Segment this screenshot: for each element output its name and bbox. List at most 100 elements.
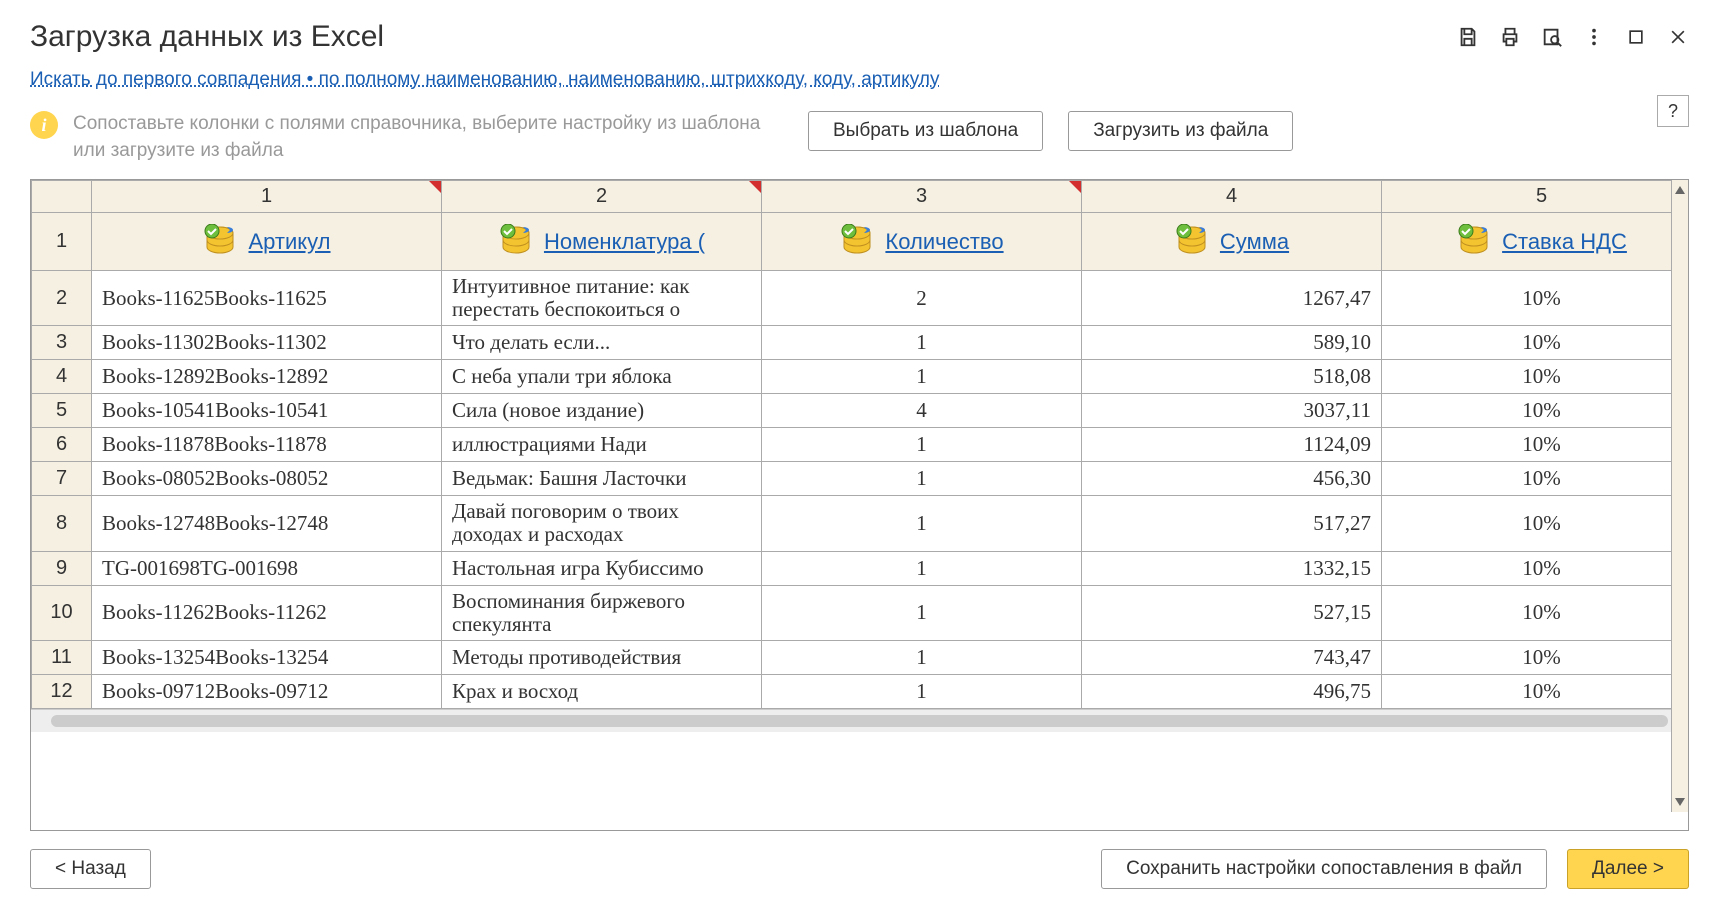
table-row[interactable]: 6Books-11878Books-11878иллюстрациями Над… — [32, 428, 1690, 462]
cell-vat[interactable]: 10% — [1382, 496, 1690, 551]
cell-name[interactable]: Ведьмак: Башня Ласточки — [442, 462, 762, 496]
col-num-5[interactable]: 5 — [1382, 181, 1690, 213]
cell-article[interactable]: Books-11625Books-11625 — [92, 271, 442, 326]
cell-article[interactable]: Books-11302Books-11302 — [92, 326, 442, 360]
cell-sum[interactable]: 1332,15 — [1082, 551, 1382, 585]
table-row[interactable]: 8Books-12748Books-12748Давай поговорим о… — [32, 496, 1690, 551]
table-row[interactable]: 3Books-11302Books-11302Что делать если..… — [32, 326, 1690, 360]
back-button[interactable]: < Назад — [30, 849, 151, 889]
cell-article[interactable]: Books-12748Books-12748 — [92, 496, 442, 551]
cell-sum[interactable]: 518,08 — [1082, 360, 1382, 394]
cell-vat[interactable]: 10% — [1382, 674, 1690, 708]
row-num: 2 — [32, 271, 92, 326]
cell-qty[interactable]: 4 — [762, 394, 1082, 428]
cell-article[interactable]: Books-12892Books-12892 — [92, 360, 442, 394]
table-row[interactable]: 10Books-11262Books-11262Воспоминания бир… — [32, 585, 1690, 640]
cell-sum[interactable]: 589,10 — [1082, 326, 1382, 360]
cell-article[interactable]: TG-001698TG-001698 — [92, 551, 442, 585]
horizontal-scrollbar[interactable] — [31, 709, 1688, 732]
data-grid[interactable]: 1 2 3 4 5 1 Артикул Номенклатура ( Колич… — [30, 179, 1689, 831]
cell-name[interactable]: Настольная игра Кубиссимо — [442, 551, 762, 585]
field-header-article[interactable]: Артикул — [92, 213, 442, 271]
field-header-sum[interactable]: Сумма — [1082, 213, 1382, 271]
col-num-1[interactable]: 1 — [92, 181, 442, 213]
cell-qty[interactable]: 1 — [762, 496, 1082, 551]
cell-sum[interactable]: 496,75 — [1082, 674, 1382, 708]
col-num-4[interactable]: 4 — [1082, 181, 1382, 213]
cell-name[interactable]: Сила (новое издание) — [442, 394, 762, 428]
cell-vat[interactable]: 10% — [1382, 271, 1690, 326]
cell-qty[interactable]: 2 — [762, 271, 1082, 326]
cell-sum[interactable]: 456,30 — [1082, 462, 1382, 496]
cell-article[interactable]: Books-11262Books-11262 — [92, 585, 442, 640]
cell-qty[interactable]: 1 — [762, 585, 1082, 640]
load-file-button[interactable]: Загрузить из файла — [1068, 111, 1293, 151]
field-header-nomenclature[interactable]: Номенклатура ( — [442, 213, 762, 271]
cell-vat[interactable]: 10% — [1382, 360, 1690, 394]
next-button[interactable]: Далее > — [1567, 849, 1689, 889]
cell-qty[interactable]: 1 — [762, 326, 1082, 360]
save-doc-icon[interactable] — [1457, 26, 1479, 48]
cell-vat[interactable]: 10% — [1382, 551, 1690, 585]
save-mapping-button[interactable]: Сохранить настройки сопоставления в файл — [1101, 849, 1547, 889]
cell-vat[interactable]: 10% — [1382, 428, 1690, 462]
cell-sum[interactable]: 743,47 — [1082, 640, 1382, 674]
print-icon[interactable] — [1499, 26, 1521, 48]
cell-article[interactable]: Books-09712Books-09712 — [92, 674, 442, 708]
cell-name[interactable]: Интуитивное питание: как перестать беспо… — [442, 271, 762, 326]
cell-qty[interactable]: 1 — [762, 462, 1082, 496]
cell-sum[interactable]: 1124,09 — [1082, 428, 1382, 462]
field-header-qty[interactable]: Количество — [762, 213, 1082, 271]
more-icon[interactable] — [1583, 26, 1605, 48]
row-num: 11 — [32, 640, 92, 674]
cell-qty[interactable]: 1 — [762, 428, 1082, 462]
help-button[interactable]: ? — [1657, 95, 1689, 127]
cell-article[interactable]: Books-13254Books-13254 — [92, 640, 442, 674]
cell-name[interactable]: Что делать если... — [442, 326, 762, 360]
cell-name[interactable]: Давай поговорим о твоих доходах и расход… — [442, 496, 762, 551]
table-row[interactable]: 9TG-001698TG-001698Настольная игра Кубис… — [32, 551, 1690, 585]
close-icon[interactable] — [1667, 26, 1689, 48]
cell-article[interactable]: Books-08052Books-08052 — [92, 462, 442, 496]
table-row[interactable]: 11Books-13254Books-13254Методы противоде… — [32, 640, 1690, 674]
cell-vat[interactable]: 10% — [1382, 585, 1690, 640]
page-title: Загрузка данных из Excel — [30, 20, 384, 54]
table-row[interactable]: 2Books-11625Books-11625Интуитивное питан… — [32, 271, 1690, 326]
cell-vat[interactable]: 10% — [1382, 640, 1690, 674]
cell-qty[interactable]: 1 — [762, 674, 1082, 708]
cell-name[interactable]: С неба упали три яблока — [442, 360, 762, 394]
cell-sum[interactable]: 3037,11 — [1082, 394, 1382, 428]
preview-icon[interactable] — [1541, 26, 1563, 48]
hint-text: Сопоставьте колонки с полями справочника… — [73, 111, 773, 164]
cell-sum[interactable]: 517,27 — [1082, 496, 1382, 551]
search-mode-link[interactable]: Искать до первого совпадения • по полном… — [30, 69, 939, 90]
cell-vat[interactable]: 10% — [1382, 394, 1690, 428]
cell-vat[interactable]: 10% — [1382, 326, 1690, 360]
cell-qty[interactable]: 1 — [762, 551, 1082, 585]
cell-qty[interactable]: 1 — [762, 360, 1082, 394]
table-row[interactable]: 12Books-09712Books-09712Крах и восход149… — [32, 674, 1690, 708]
row-num: 8 — [32, 496, 92, 551]
cell-sum[interactable]: 1267,47 — [1082, 271, 1382, 326]
table-row[interactable]: 4Books-12892Books-12892С неба упали три … — [32, 360, 1690, 394]
col-num-2[interactable]: 2 — [442, 181, 762, 213]
cell-name[interactable]: Воспоминания биржевого спекулянта — [442, 585, 762, 640]
col-num-3[interactable]: 3 — [762, 181, 1082, 213]
table-row[interactable]: 7Books-08052Books-08052Ведьмак: Башня Ла… — [32, 462, 1690, 496]
table-row[interactable]: 5Books-10541Books-10541Сила (новое издан… — [32, 394, 1690, 428]
row-num: 3 — [32, 326, 92, 360]
row-num: 12 — [32, 674, 92, 708]
field-header-vat[interactable]: Ставка НДС — [1382, 213, 1690, 271]
cell-name[interactable]: Методы противодействия — [442, 640, 762, 674]
cell-vat[interactable]: 10% — [1382, 462, 1690, 496]
cell-article[interactable]: Books-10541Books-10541 — [92, 394, 442, 428]
cell-qty[interactable]: 1 — [762, 640, 1082, 674]
vertical-scrollbar[interactable] — [1671, 180, 1688, 812]
cell-name[interactable]: иллюстрациями Нади — [442, 428, 762, 462]
row-num: 5 — [32, 394, 92, 428]
choose-template-button[interactable]: Выбрать из шаблона — [808, 111, 1043, 151]
maximize-icon[interactable] — [1625, 26, 1647, 48]
cell-name[interactable]: Крах и восход — [442, 674, 762, 708]
cell-sum[interactable]: 527,15 — [1082, 585, 1382, 640]
cell-article[interactable]: Books-11878Books-11878 — [92, 428, 442, 462]
